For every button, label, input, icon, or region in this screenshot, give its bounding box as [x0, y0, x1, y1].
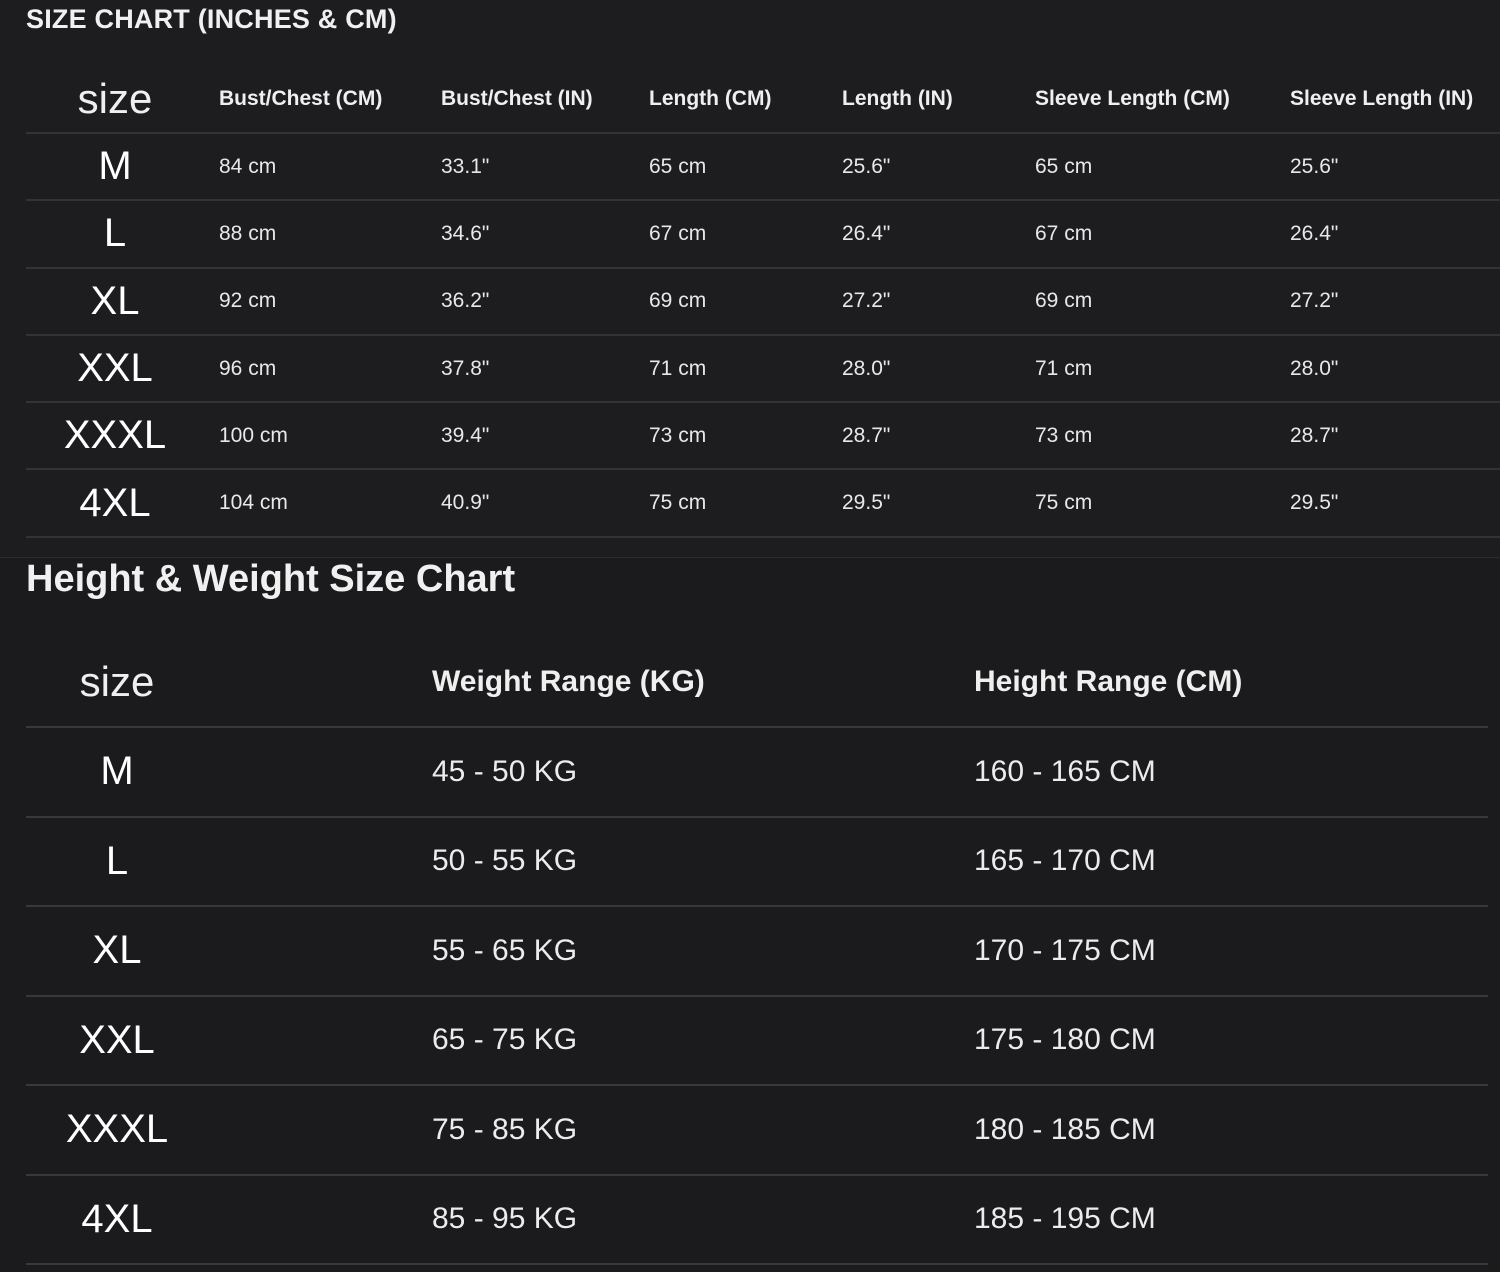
- column-header: Length (CM): [649, 87, 772, 110]
- table-cell: 29.5": [1290, 491, 1339, 515]
- table-cell: 96 cm: [219, 356, 277, 380]
- table-header-row: size Weight Range (KG) Height Range (CM): [26, 638, 1488, 728]
- table-cell: 25.6": [1290, 154, 1339, 178]
- table-row: 4XL 85 - 95 KG 185 - 195 CM: [26, 1176, 1488, 1265]
- table-cell: 165 - 170 CM: [974, 844, 1156, 878]
- table-cell: 28.7": [842, 423, 891, 447]
- size-label: XXXL: [63, 413, 167, 458]
- table-cell: 34.6": [441, 221, 490, 245]
- table-cell: 27.2": [1290, 289, 1339, 313]
- table-cell: 75 - 85 KG: [432, 1112, 578, 1146]
- size-label: XXXL: [65, 1107, 169, 1152]
- table-cell: 25.6": [842, 154, 891, 178]
- size-label: XL: [92, 928, 142, 973]
- table-cell: 39.4": [441, 423, 490, 447]
- column-header: Sleeve Length (CM): [1035, 87, 1230, 110]
- size-label: XXL: [77, 346, 153, 391]
- table-row: XXL 65 - 75 KG 175 - 180 CM: [26, 997, 1488, 1086]
- table-cell: 75 cm: [1035, 491, 1093, 515]
- table-cell: 104 cm: [219, 491, 288, 515]
- table-row: XXXL 100 cm 39.4" 73 cm 28.7" 73 cm 28.7": [26, 403, 1500, 471]
- size-label: M: [98, 144, 132, 189]
- table-cell: 160 - 165 CM: [974, 754, 1156, 788]
- table-row: XL 55 - 65 KG 170 - 175 CM: [26, 907, 1488, 997]
- table-row: XXL 96 cm 37.8" 71 cm 28.0" 71 cm 28.0": [26, 336, 1500, 404]
- table-cell: 65 - 75 KG: [432, 1023, 578, 1057]
- table-cell: 69 cm: [649, 289, 707, 313]
- table-cell: 65 cm: [1035, 154, 1093, 178]
- table-row: XL 92 cm 36.2" 69 cm 27.2" 69 cm 27.2": [26, 269, 1500, 336]
- column-header: Height Range (CM): [974, 665, 1243, 698]
- table-cell: 67 cm: [649, 221, 707, 245]
- table-cell: 185 - 195 CM: [974, 1202, 1156, 1236]
- table-header-row: size Bust/Chest (CM) Bust/Chest (IN) Length…: [26, 66, 1500, 134]
- table-cell: 40.9": [441, 491, 490, 515]
- size-label: L: [103, 211, 127, 256]
- size-chart-table: size Bust/Chest (CM) Bust/Chest (IN) Length…: [26, 66, 1500, 538]
- table-cell: 170 - 175 CM: [974, 933, 1156, 967]
- header-size: size: [79, 658, 155, 705]
- table-cell: 73 cm: [649, 423, 707, 447]
- table-cell: 67 cm: [1035, 221, 1093, 245]
- height-weight-table: size Weight Range (KG) Height Range (CM) M 4…: [26, 638, 1488, 1265]
- size-chart-page: SIZE CHART (INCHES & CM) size Bust/Chest …: [0, 0, 1500, 1272]
- table-cell: 88 cm: [219, 221, 277, 245]
- table-cell: 71 cm: [649, 356, 707, 380]
- table-cell: 84 cm: [219, 154, 277, 178]
- table-cell: 69 cm: [1035, 289, 1093, 313]
- table-cell: 180 - 185 CM: [974, 1112, 1156, 1146]
- table-cell: 65 cm: [649, 154, 707, 178]
- table-cell: 85 - 95 KG: [432, 1202, 578, 1236]
- table-cell: 33.1": [441, 154, 490, 178]
- table-cell: 55 - 65 KG: [432, 933, 578, 967]
- table-row: 4XL 104 cm 40.9" 75 cm 29.5" 75 cm 29.5": [26, 470, 1500, 538]
- table-cell: 27.2": [842, 289, 891, 313]
- column-header: Length (IN): [842, 87, 953, 110]
- table-cell: 175 - 180 CM: [974, 1023, 1156, 1057]
- table-cell: 100 cm: [219, 423, 288, 447]
- table-cell: 28.7": [1290, 423, 1339, 447]
- table-row: M 45 - 50 KG 160 - 165 CM: [26, 728, 1488, 818]
- size-chart-section: SIZE CHART (INCHES & CM) size Bust/Chest …: [0, 0, 1500, 557]
- size-label: 4XL: [79, 480, 151, 525]
- column-header: Sleeve Length (IN): [1290, 87, 1474, 110]
- table-cell: 26.4": [842, 221, 891, 245]
- table-cell: 50 - 55 KG: [432, 844, 578, 878]
- table-cell: 45 - 50 KG: [432, 754, 578, 788]
- size-label: 4XL: [81, 1196, 153, 1241]
- column-header: Weight Range (KG): [432, 665, 705, 698]
- table-cell: 73 cm: [1035, 423, 1093, 447]
- size-chart-title: SIZE CHART (INCHES & CM): [26, 4, 397, 34]
- height-weight-section: Height & Weight Size Chart size Weight Ra…: [0, 558, 1500, 1272]
- column-header: Bust/Chest (IN): [441, 87, 593, 110]
- table-cell: 26.4": [1290, 221, 1339, 245]
- column-header: Bust/Chest (CM): [219, 87, 383, 110]
- size-label: XXL: [79, 1017, 155, 1062]
- table-row: XXXL 75 - 85 KG 180 - 185 CM: [26, 1086, 1488, 1176]
- header-size: size: [77, 75, 153, 122]
- table-cell: 28.0": [1290, 356, 1339, 380]
- size-label: XL: [90, 278, 140, 323]
- table-row: L 88 cm 34.6" 67 cm 26.4" 67 cm 26.4": [26, 201, 1500, 269]
- size-label: L: [105, 838, 129, 883]
- table-cell: 28.0": [842, 356, 891, 380]
- table-cell: 92 cm: [219, 289, 277, 313]
- table-cell: 71 cm: [1035, 356, 1093, 380]
- table-row: M 84 cm 33.1" 65 cm 25.6" 65 cm 25.6": [26, 134, 1500, 202]
- size-label: M: [100, 749, 134, 794]
- table-cell: 75 cm: [649, 491, 707, 515]
- height-weight-title: Height & Weight Size Chart: [26, 558, 516, 600]
- table-cell: 29.5": [842, 491, 891, 515]
- table-cell: 37.8": [441, 356, 490, 380]
- table-row: L 50 - 55 KG 165 - 170 CM: [26, 818, 1488, 907]
- table-cell: 36.2": [441, 289, 490, 313]
